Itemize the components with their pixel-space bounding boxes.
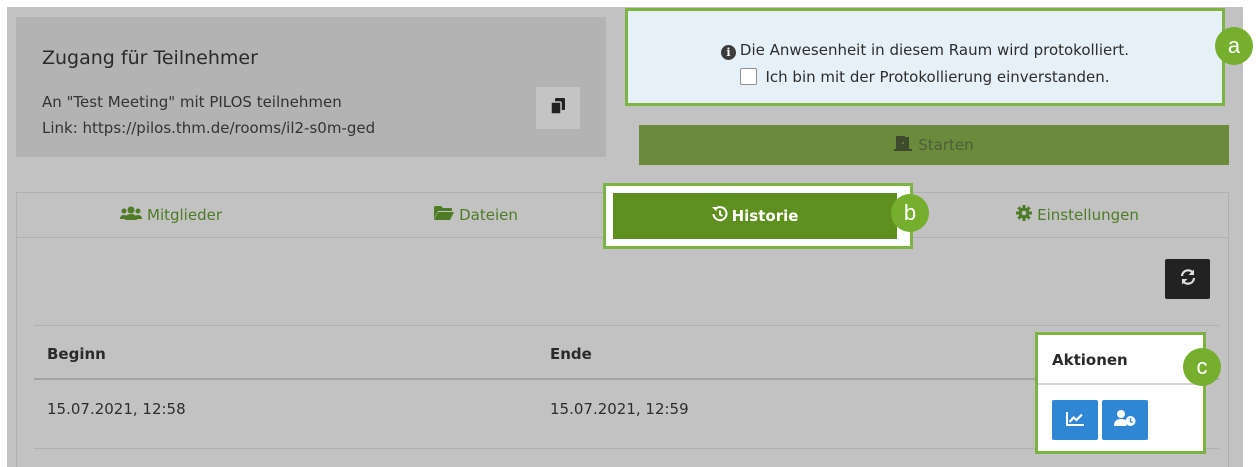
annotation-badge-b: b xyxy=(891,194,929,232)
tab-history-highlight: Historie xyxy=(603,183,913,249)
door-icon xyxy=(894,134,913,156)
access-card: Zugang für Teilnehmer An "Test Meeting" … xyxy=(16,17,606,157)
recording-text: Die Anwesenheit in diesem Raum wird prot… xyxy=(739,41,1130,59)
column-header-actions: Aktionen xyxy=(1052,351,1128,369)
consent-line: Ich bin mit der Protokollierung einverst… xyxy=(628,68,1222,86)
refresh-button[interactable] xyxy=(1165,259,1210,299)
actions-column-highlight: Aktionen xyxy=(1035,332,1206,454)
info-icon: i xyxy=(720,45,736,60)
attendance-button[interactable] xyxy=(1102,400,1148,440)
access-invite-text: An "Test Meeting" mit PILOS teilnehmen xyxy=(42,93,342,111)
access-link-text: Link: https://pilos.thm.de/rooms/il2-s0m… xyxy=(42,119,376,137)
tab-files[interactable]: Dateien xyxy=(326,192,626,237)
annotation-badge-a: a xyxy=(1215,27,1253,65)
tab-members-label: Mitglieder xyxy=(147,205,222,224)
actions-header-divider xyxy=(1038,383,1203,385)
tab-history-label: Historie xyxy=(731,207,799,225)
history-icon xyxy=(711,206,732,226)
start-button[interactable]: Starten xyxy=(639,125,1229,165)
consent-label[interactable]: Ich bin mit der Protokollierung einverst… xyxy=(765,68,1109,86)
annotation-badge-c: c xyxy=(1183,348,1221,386)
users-icon xyxy=(120,206,147,224)
access-title: Zugang für Teilnehmer xyxy=(42,47,258,69)
refresh-icon xyxy=(1179,268,1197,290)
recording-text-line: i Die Anwesenheit in diesem Raum wird pro… xyxy=(628,41,1222,60)
start-label: Starten xyxy=(918,136,974,154)
column-header-begin: Beginn xyxy=(47,345,106,363)
user-clock-icon xyxy=(1114,410,1136,430)
tab-settings[interactable]: Einstellungen xyxy=(926,192,1229,237)
chart-line-icon xyxy=(1066,411,1084,430)
tab-settings-label: Einstellungen xyxy=(1037,205,1139,224)
column-header-end: Ende xyxy=(550,345,592,363)
gear-icon xyxy=(1016,204,1037,225)
copy-icon xyxy=(550,97,566,119)
consent-checkbox[interactable] xyxy=(740,68,758,85)
folder-icon xyxy=(434,205,459,224)
table-top-border xyxy=(34,325,1219,326)
tab-history[interactable]: Historie xyxy=(613,193,897,239)
row-begin-value: 15.07.2021, 12:58 xyxy=(47,400,186,418)
statistics-button[interactable] xyxy=(1052,400,1098,440)
copy-button[interactable] xyxy=(536,87,580,129)
row-end-value: 15.07.2021, 12:59 xyxy=(550,400,689,418)
tab-members[interactable]: Mitglieder xyxy=(16,192,326,237)
recording-notice: i Die Anwesenheit in diesem Raum wird pro… xyxy=(625,8,1225,106)
tab-files-label: Dateien xyxy=(459,205,518,224)
